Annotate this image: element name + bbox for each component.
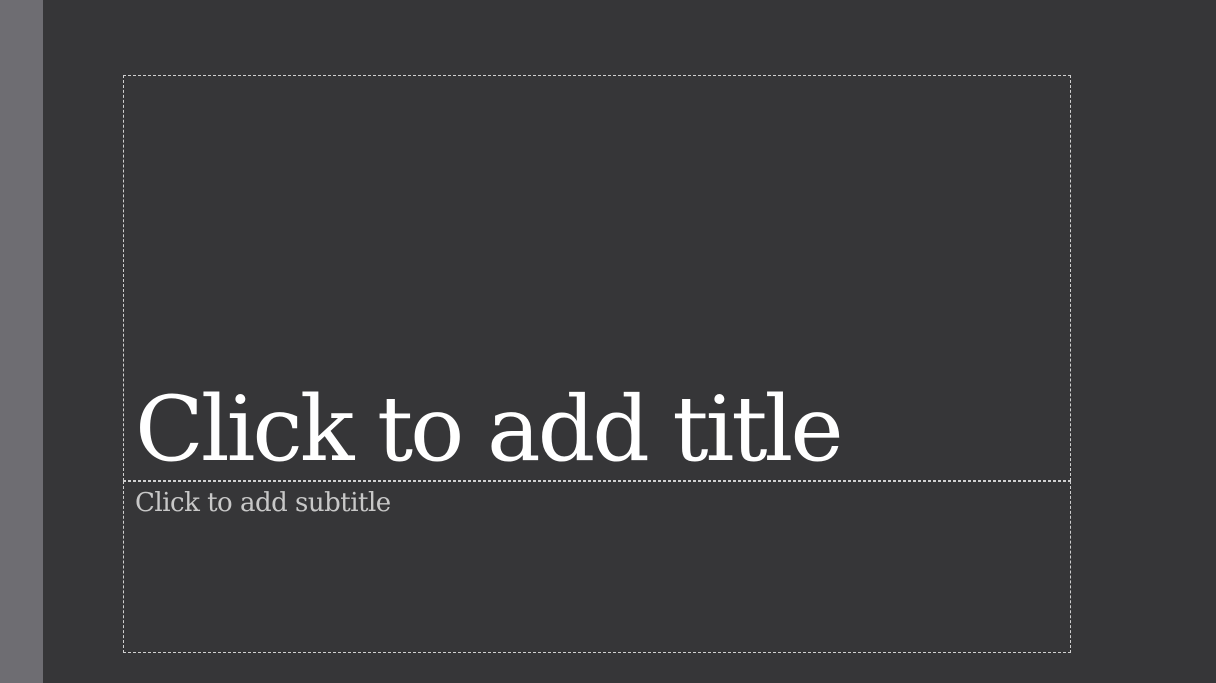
- subtitle-placeholder[interactable]: Click to add subtitle: [123, 481, 1071, 653]
- title-placeholder[interactable]: Click to add title: [123, 75, 1071, 481]
- slide-canvas: Click to add title Click to add subtitle: [0, 0, 1216, 683]
- subtitle-placeholder-text: Click to add subtitle: [135, 488, 391, 518]
- title-placeholder-text: Click to add title: [135, 377, 844, 482]
- slide-accent-bar: [0, 0, 43, 683]
